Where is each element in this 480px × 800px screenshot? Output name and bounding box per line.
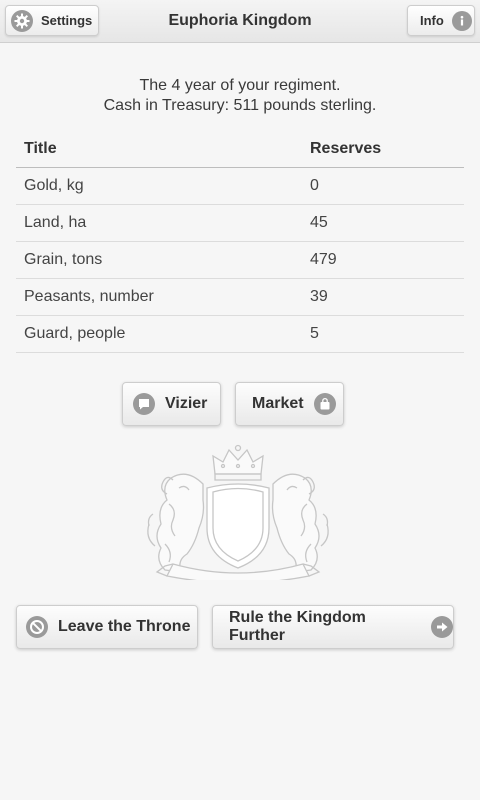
rule-kingdom-button[interactable]: Rule the Kingdom Further xyxy=(212,605,454,649)
resource-value: 0 xyxy=(302,167,464,205)
resource-name: Gold, kg xyxy=(16,167,302,205)
arrow-right-icon xyxy=(431,616,453,638)
resource-name: Grain, tons xyxy=(16,241,302,279)
leave-throne-label: Leave the Throne xyxy=(58,618,191,635)
table-row: Guard, people 5 xyxy=(16,315,464,353)
gear-icon xyxy=(11,9,33,32)
table-row: Grain, tons 479 xyxy=(16,241,464,279)
page-title: Euphoria Kingdom xyxy=(168,12,312,29)
resource-name: Land, ha xyxy=(16,204,302,242)
vizier-button[interactable]: Vizier xyxy=(122,382,221,426)
settings-button[interactable]: Settings xyxy=(5,5,99,36)
resource-value: 45 xyxy=(302,204,464,242)
chat-bubble-icon xyxy=(133,393,155,415)
action-bar: Settings Euphoria Kingdom Info xyxy=(0,0,480,43)
info-button[interactable]: Info xyxy=(407,5,475,36)
table-header-row: Title Reserves xyxy=(16,131,464,168)
settings-label: Settings xyxy=(41,13,93,28)
vizier-label: Vizier xyxy=(165,395,208,412)
resource-name: Peasants, number xyxy=(16,278,302,316)
resource-value: 39 xyxy=(302,278,464,316)
table-row: Peasants, number 39 xyxy=(16,278,464,316)
resource-value: 479 xyxy=(302,241,464,279)
treasury-text: Cash in Treasury: 511 pounds sterling. xyxy=(103,97,377,114)
year-text: The 4 year of your regiment. xyxy=(139,77,341,94)
reserves-table: Title Reserves Gold, kg 0 Land, ha 45 Gr… xyxy=(16,131,464,353)
column-header-reserves: Reserves xyxy=(302,131,464,168)
resource-name: Guard, people xyxy=(16,315,302,353)
market-button[interactable]: Market xyxy=(235,382,344,426)
column-header-title: Title xyxy=(16,131,302,168)
table-row: Gold, kg 0 xyxy=(16,167,464,205)
coat-of-arms-image xyxy=(147,444,329,580)
table-row: Land, ha 45 xyxy=(16,204,464,242)
shopping-bag-icon xyxy=(313,393,336,415)
info-icon xyxy=(451,10,472,31)
leave-throne-button[interactable]: Leave the Throne xyxy=(16,605,198,649)
resource-value: 5 xyxy=(302,315,464,353)
no-entry-icon xyxy=(26,616,48,638)
rule-kingdom-label: Rule the Kingdom Further xyxy=(229,609,366,644)
market-label: Market xyxy=(252,395,304,412)
intro-text: The 4 year of your regiment. Cash in Tre… xyxy=(0,76,480,116)
info-label: Info xyxy=(420,13,444,28)
